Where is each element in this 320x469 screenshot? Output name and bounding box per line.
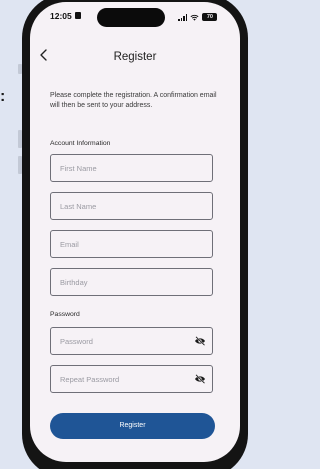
wifi-icon [190, 14, 199, 21]
eye-off-icon[interactable] [194, 336, 206, 346]
status-bar: 12:05 70 [30, 2, 240, 28]
repeat-password-field[interactable] [50, 365, 213, 393]
register-button[interactable]: Register [50, 413, 215, 439]
birthday-field[interactable] [50, 268, 213, 296]
repeat-password-input[interactable] [60, 366, 190, 392]
status-icons: 70 [178, 12, 218, 21]
password-section-label: Password [50, 311, 80, 318]
birthday-input[interactable] [60, 269, 190, 295]
signal-icon [178, 14, 188, 21]
page-title: Register [113, 51, 157, 63]
email-field[interactable] [50, 230, 213, 258]
app-screen: 12:05 70 Register Please complete the re… [30, 2, 240, 462]
eye-off-icon[interactable] [194, 374, 206, 384]
status-time: 12:05 [50, 11, 72, 21]
dynamic-island [97, 8, 165, 27]
account-section-label: Account Information [50, 140, 111, 147]
first-name-field[interactable] [50, 154, 213, 182]
password-input[interactable] [60, 328, 190, 354]
lock-screen-icon [75, 12, 81, 19]
battery-icon: 70 [202, 13, 218, 21]
canvas: : 12:05 70 Register Please complete the … [0, 0, 248, 469]
side-label: : [0, 88, 6, 105]
navigation-bar: Register [30, 42, 240, 72]
first-name-input[interactable] [60, 155, 190, 181]
email-input[interactable] [60, 231, 190, 257]
password-field[interactable] [50, 327, 213, 355]
intro-text: Please complete the registration. A conf… [50, 92, 217, 109]
last-name-input[interactable] [60, 193, 190, 219]
last-name-field[interactable] [50, 192, 213, 220]
